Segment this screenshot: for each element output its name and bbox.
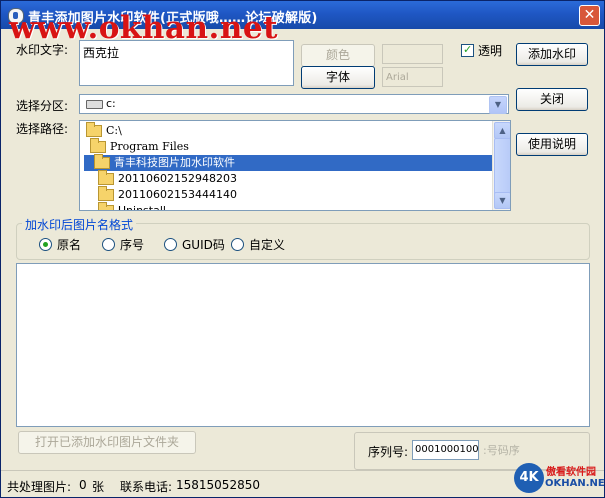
path-tree-row[interactable]: C:\ bbox=[80, 122, 492, 139]
folder-icon bbox=[98, 186, 114, 201]
phone-number: 15815052850 bbox=[176, 478, 260, 492]
path-tree-row[interactable]: Program Files bbox=[80, 138, 492, 155]
path-tree-label: C:\ bbox=[106, 124, 122, 137]
phone-label: 联系电话: bbox=[120, 480, 173, 494]
path-tree-scrollbar[interactable]: ▲ ▼ bbox=[492, 121, 510, 210]
transparent-label: 透明 bbox=[478, 44, 503, 58]
drive-icon bbox=[86, 100, 103, 109]
naming-radio[interactable] bbox=[102, 238, 115, 251]
processed-label: 共处理图片: bbox=[7, 480, 72, 494]
scroll-up-icon[interactable]: ▲ bbox=[494, 122, 510, 139]
path-tree-label: 20110602152948203 bbox=[118, 172, 237, 185]
serial-hint: :号码序 bbox=[483, 444, 520, 457]
processed-unit: 张 bbox=[92, 480, 105, 494]
folder-icon bbox=[98, 202, 114, 210]
naming-format-legend: 加水印后图片名格式 bbox=[22, 216, 137, 233]
folder-icon bbox=[86, 122, 102, 137]
site-logo: 4K 傲看软件园 OKHAN.NET bbox=[512, 460, 604, 496]
naming-radio[interactable] bbox=[164, 238, 177, 251]
font-name-field: Arial bbox=[382, 67, 443, 87]
path-label: 选择路径: bbox=[16, 122, 69, 136]
processed-count: 0 bbox=[79, 478, 87, 492]
path-tree-row[interactable]: 20110602152948203 bbox=[80, 170, 492, 187]
watermark-text-value: 西克拉 bbox=[83, 46, 120, 60]
watermark-text-label: 水印文字: bbox=[16, 43, 69, 57]
check-icon: ✓ bbox=[463, 43, 473, 56]
radio-dot-icon bbox=[43, 242, 48, 247]
transparent-checkbox[interactable]: ✓ bbox=[461, 43, 474, 57]
logo-en-text: OKHAN.NET bbox=[545, 478, 605, 489]
path-tree-label: Program Files bbox=[110, 140, 189, 153]
path-tree-label: 20110602153444140 bbox=[118, 188, 237, 201]
folder-icon bbox=[90, 138, 106, 153]
naming-radio[interactable] bbox=[39, 238, 52, 251]
close-window-button[interactable]: ✕ bbox=[579, 5, 600, 26]
folder-icon bbox=[98, 170, 114, 185]
color-swatch bbox=[382, 44, 443, 64]
naming-radio-label: 原名 bbox=[57, 238, 82, 252]
naming-radio-label: GUID码 bbox=[182, 238, 225, 252]
scroll-down-icon[interactable]: ▼ bbox=[494, 192, 510, 209]
path-tree[interactable]: C:\ Program Files 青丰科技图片加水印软件 2011060215294… bbox=[79, 120, 511, 211]
path-tree-row[interactable]: 青丰科技图片加水印软件 bbox=[84, 154, 492, 171]
naming-radio-label: 序号 bbox=[120, 238, 145, 252]
path-tree-label: 青丰科技图片加水印软件 bbox=[114, 156, 235, 169]
close-button[interactable]: 关闭 bbox=[516, 88, 588, 111]
serial-label: 序列号: bbox=[368, 445, 409, 459]
logo-cn-text: 傲看软件园 bbox=[546, 467, 596, 478]
serial-input[interactable]: 00010001000 bbox=[412, 440, 479, 460]
logo-mark: 4K bbox=[514, 463, 544, 493]
watermark-text-input[interactable]: 西克拉 bbox=[79, 40, 294, 86]
font-button[interactable]: 字体 bbox=[301, 66, 375, 89]
help-button[interactable]: 使用说明 bbox=[516, 133, 588, 156]
path-tree-row[interactable]: 20110602153444140 bbox=[80, 186, 492, 203]
add-watermark-button[interactable]: 添加水印 bbox=[516, 43, 588, 66]
open-folder-button[interactable]: 打开已添加水印图片文件夹 bbox=[18, 431, 196, 454]
folder-icon bbox=[94, 154, 110, 169]
partition-value: c: bbox=[106, 97, 116, 110]
app-window: 青丰添加图片水印软件(正式版哦……论坛破解版) ✕ www.okhan.net … bbox=[0, 0, 605, 498]
path-tree-row[interactable]: Uninstall bbox=[80, 202, 492, 211]
partition-select[interactable]: c: ▼ bbox=[79, 94, 509, 114]
chevron-down-icon[interactable]: ▼ bbox=[489, 96, 507, 114]
color-button[interactable]: 颜色 bbox=[301, 44, 375, 67]
path-tree-label: Uninstall bbox=[118, 204, 166, 211]
naming-radio[interactable] bbox=[231, 238, 244, 251]
file-list-box[interactable] bbox=[16, 263, 590, 427]
partition-label: 选择分区: bbox=[16, 99, 69, 113]
naming-radio-label: 自定义 bbox=[249, 238, 286, 252]
